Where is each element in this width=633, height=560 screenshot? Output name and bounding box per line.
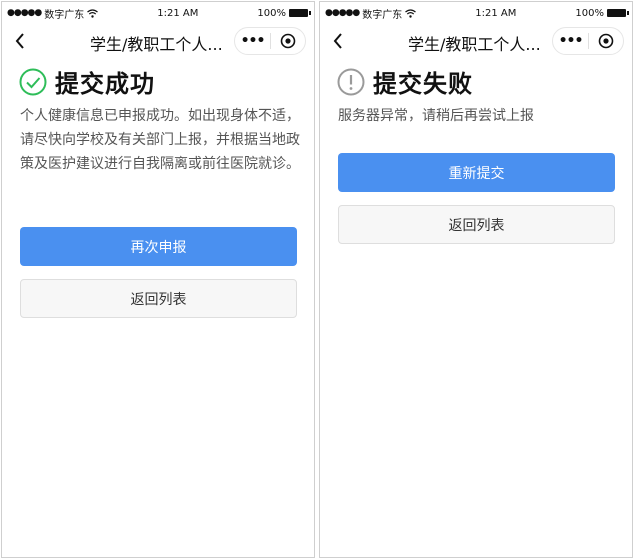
back-to-list-button[interactable]: 返回列表 (20, 279, 297, 318)
target-circle-icon (280, 33, 296, 49)
more-button[interactable]: ••• (553, 33, 588, 49)
signal-icon: ●●●●● (7, 8, 42, 18)
result-title: 提交成功 (55, 70, 155, 98)
close-button[interactable] (271, 33, 305, 49)
more-button[interactable]: ••• (235, 33, 270, 49)
result-message: 个人健康信息已申报成功。如出现身体不适，请尽快向学校及有关部门上报，并根据当地政… (20, 108, 300, 172)
navigation-bar: 学生/教职工个人... ••• (2, 24, 314, 58)
back-button[interactable] (324, 26, 352, 56)
close-button[interactable] (589, 33, 623, 49)
phone-screen-failure: ●●●●● 数字广东 1:21 AM 100% 学生/教职工个人... ••• (319, 1, 633, 558)
result-message: 服务器异常，请稍后再尝试上报 (338, 108, 534, 124)
result-header: 提交失败 (337, 64, 473, 99)
target-circle-icon (598, 33, 614, 49)
carrier-label: 数字广东 (362, 9, 403, 21)
result-title: 提交失败 (373, 70, 473, 98)
exclamation-circle-icon (337, 68, 365, 95)
navigation-bar: 学生/教职工个人... ••• (320, 24, 632, 58)
resubmit-button[interactable]: 重新提交 (338, 153, 615, 192)
status-time: 1:21 AM (475, 7, 517, 19)
mini-program-capsule: ••• (234, 27, 306, 55)
wifi-icon (87, 8, 99, 18)
resubmit-report-button[interactable]: 再次申报 (20, 227, 297, 266)
battery-icon (607, 9, 629, 17)
wifi-icon (405, 8, 417, 18)
chevron-left-icon (333, 33, 342, 49)
check-circle-icon (19, 68, 47, 95)
carrier-label: 数字广东 (44, 9, 85, 21)
nav-title: 学生/教职工个人... (90, 35, 223, 54)
battery-percent: 100% (257, 7, 286, 19)
nav-title: 学生/教职工个人... (408, 35, 541, 54)
mini-program-capsule: ••• (552, 27, 624, 55)
result-header: 提交成功 (19, 64, 155, 99)
battery-icon (289, 9, 311, 17)
battery-percent: 100% (575, 7, 604, 19)
chevron-left-icon (15, 33, 24, 49)
status-bar: ●●●●● 数字广东 1:21 AM 100% (2, 2, 314, 24)
signal-icon: ●●●●● (325, 8, 360, 18)
back-button[interactable] (6, 26, 34, 56)
status-bar: ●●●●● 数字广东 1:21 AM 100% (320, 2, 632, 24)
phone-screen-success: ●●●●● 数字广东 1:21 AM 100% 学生/教职工个人... ••• (1, 1, 315, 558)
back-to-list-button[interactable]: 返回列表 (338, 205, 615, 244)
status-time: 1:21 AM (157, 7, 199, 19)
